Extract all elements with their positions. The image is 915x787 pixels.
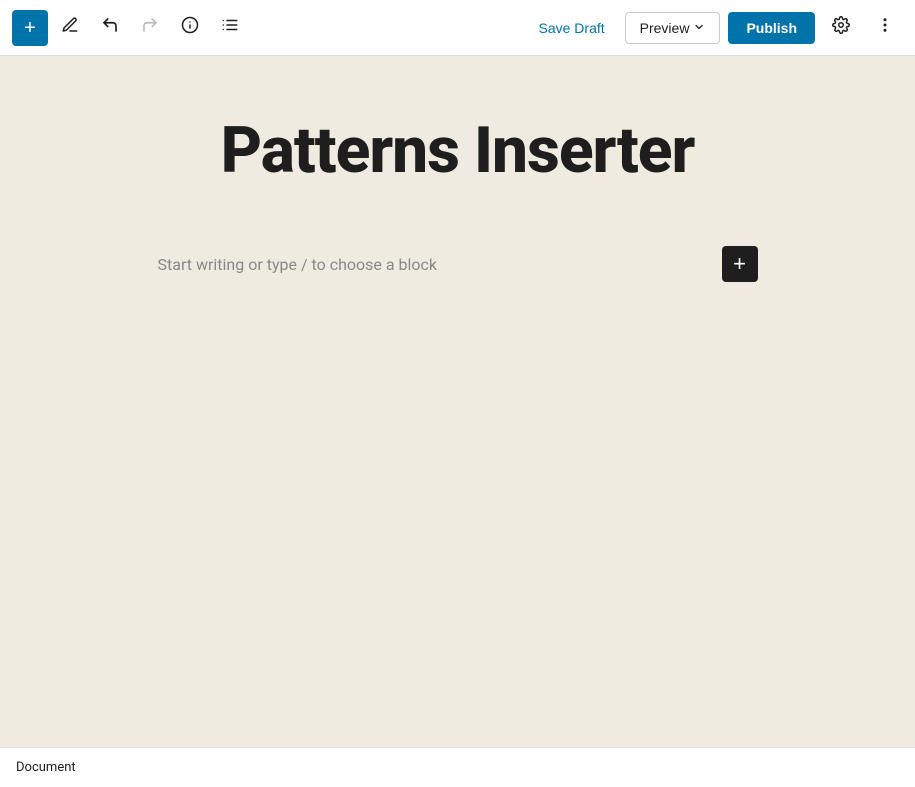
pen-icon xyxy=(61,16,79,39)
plus-icon: + xyxy=(24,18,36,38)
preview-button[interactable]: Preview xyxy=(625,12,721,44)
redo-icon xyxy=(141,16,159,39)
save-draft-button[interactable]: Save Draft xyxy=(527,12,617,44)
more-options-button[interactable] xyxy=(867,10,903,46)
plus-inline-icon: + xyxy=(733,253,746,275)
toolbar-left: + xyxy=(12,10,527,46)
chevron-down-icon xyxy=(693,20,705,36)
editor-area: Patterns Inserter Start writing or type … xyxy=(0,56,915,747)
list-view-button[interactable] xyxy=(212,10,248,46)
bottom-bar: Document xyxy=(0,747,915,787)
info-icon xyxy=(181,16,199,39)
settings-button[interactable] xyxy=(823,10,859,46)
post-title[interactable]: Patterns Inserter xyxy=(98,116,818,186)
settings-icon xyxy=(832,16,850,39)
document-label: Document xyxy=(16,760,76,775)
add-block-toolbar-button[interactable]: + xyxy=(12,10,48,46)
block-inserter-row: Start writing or type / to choose a bloc… xyxy=(158,246,758,282)
toolbar-right: Save Draft Preview Publish xyxy=(527,10,904,46)
more-options-icon xyxy=(876,16,894,39)
undo-button[interactable] xyxy=(92,10,128,46)
list-icon xyxy=(221,16,239,39)
preview-label: Preview xyxy=(640,20,690,36)
redo-button[interactable] xyxy=(132,10,168,46)
publish-button[interactable]: Publish xyxy=(728,12,815,44)
undo-icon xyxy=(101,16,119,39)
toolbar: + xyxy=(0,0,915,56)
add-block-inline-button[interactable]: + xyxy=(722,246,758,282)
pen-tool-button[interactable] xyxy=(52,10,88,46)
block-placeholder[interactable]: Start writing or type / to choose a bloc… xyxy=(158,255,710,274)
info-button[interactable] xyxy=(172,10,208,46)
